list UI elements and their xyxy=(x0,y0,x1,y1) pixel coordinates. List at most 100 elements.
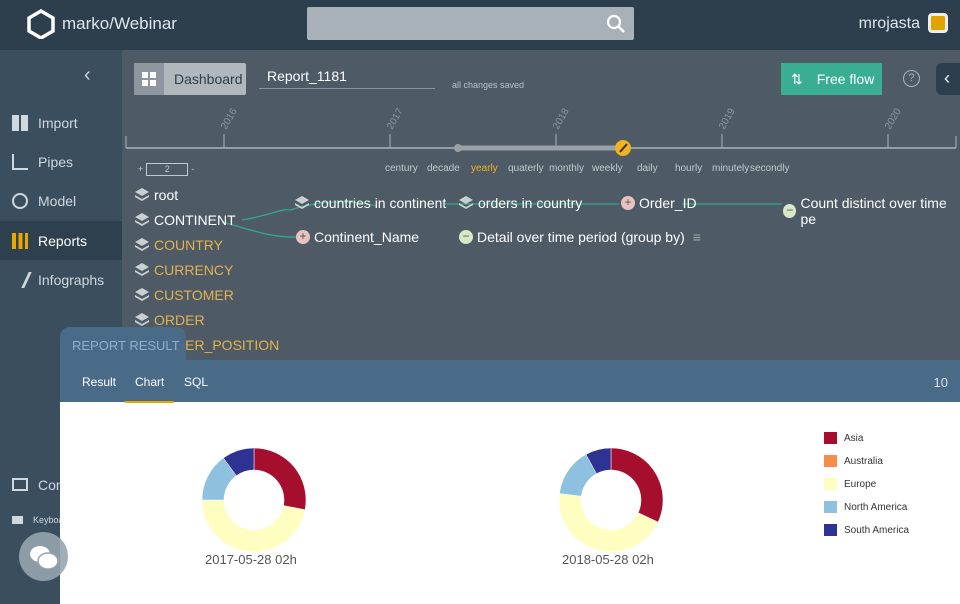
tree-entity[interactable]: root xyxy=(134,187,178,203)
sidebar-item-model[interactable]: Model xyxy=(0,181,122,220)
year-label: 2017 xyxy=(385,106,406,131)
granularity-monthly[interactable]: monthly xyxy=(549,163,584,174)
tab-result[interactable]: Result xyxy=(82,375,116,389)
donut-slice-asia[interactable] xyxy=(253,447,307,511)
monitor-icon xyxy=(12,478,28,491)
granularity-quaterly[interactable]: quaterly xyxy=(508,163,544,174)
keyboard-icon xyxy=(12,515,23,524)
cube-icon xyxy=(135,288,149,301)
crop-icon xyxy=(12,153,28,170)
tree-entity[interactable]: ORDER xyxy=(134,312,205,328)
cube-icon xyxy=(135,213,149,226)
chat-button[interactable] xyxy=(19,532,68,581)
level-minus[interactable]: - xyxy=(191,164,194,174)
tree-entity[interactable]: COUNTRY xyxy=(134,237,223,253)
entity-label: ORDER xyxy=(154,312,205,328)
legend-label: Asia xyxy=(844,432,864,444)
tree-entity[interactable]: CONTINENT xyxy=(134,212,236,228)
year-label: 2016 xyxy=(219,106,240,131)
sidebar-item-reports[interactable]: Reports xyxy=(0,221,122,260)
legend-item[interactable]: South America xyxy=(824,524,909,536)
granularity-century[interactable]: century xyxy=(385,163,418,174)
sidebar-item-pipes[interactable]: Pipes xyxy=(0,142,122,181)
plus-icon[interactable]: + xyxy=(621,196,635,210)
legend-swatch xyxy=(824,478,837,490)
sidebar-item-label: Model xyxy=(38,192,77,209)
cube-icon xyxy=(135,238,149,251)
tab-sql[interactable]: SQL xyxy=(184,375,208,389)
top-bar: marko/Webinar mrojasta xyxy=(0,0,960,50)
search-icon[interactable] xyxy=(606,14,626,34)
node-label: orders in country xyxy=(478,195,583,211)
tree-node[interactable]: orders in country xyxy=(458,195,582,211)
tree-node[interactable]: − Count distinct over time pe xyxy=(783,195,960,227)
year-label: 2019 xyxy=(717,106,738,131)
search-input[interactable] xyxy=(307,7,634,40)
donut-slice-europe[interactable] xyxy=(201,499,306,553)
minus-icon[interactable]: − xyxy=(459,230,473,244)
node-label: countries in continent xyxy=(314,195,447,211)
tree-node[interactable]: + Continent_Name xyxy=(296,229,419,245)
filter-icon[interactable]: ≡ xyxy=(693,229,701,245)
level-stepper[interactable]: +2- xyxy=(138,163,194,176)
tree-entity[interactable]: CUSTOMER xyxy=(134,287,234,303)
node-label: Detail over time period (group by) xyxy=(477,229,685,245)
legend-label: Europe xyxy=(844,478,877,490)
cube-icon xyxy=(459,196,473,209)
donut-label: 2018-05-28 02h xyxy=(562,552,654,567)
sidebar-item-infographs[interactable]: Infographs xyxy=(0,260,122,299)
tree-node[interactable]: − Detail over time period (group by) ≡ xyxy=(459,229,701,245)
tree-node[interactable]: countries in continent xyxy=(294,195,446,211)
level-value[interactable]: 2 xyxy=(146,163,189,176)
legend-swatch xyxy=(824,432,837,444)
report-designer: Dashboard Report_1181 all changes saved … xyxy=(122,50,960,360)
legend-item[interactable]: Europe xyxy=(824,478,876,490)
entity-label: root xyxy=(154,187,179,203)
entity-label: CURRENCY xyxy=(154,262,234,278)
username[interactable]: mrojasta xyxy=(859,15,920,33)
tab-chart[interactable]: Chart xyxy=(125,375,175,403)
tree-entity[interactable]: CURRENCY xyxy=(134,262,233,278)
user-avatar-icon[interactable] xyxy=(928,13,948,33)
chevron-left-icon[interactable]: ‹ xyxy=(84,64,91,87)
logo-icon[interactable] xyxy=(26,9,56,39)
sidebar-item-label: Pipes xyxy=(38,153,74,170)
sidebar-item-label: Reports xyxy=(38,232,88,249)
level-plus[interactable]: + xyxy=(138,164,143,174)
entity-label: CUSTOMER xyxy=(154,287,234,303)
legend-item[interactable]: North America xyxy=(824,501,907,513)
granularity-weekly[interactable]: weekly xyxy=(592,163,623,174)
range-start-handle[interactable] xyxy=(454,144,462,152)
entity-label: CONTINENT xyxy=(154,212,236,228)
sidebar-item-label: Infographs xyxy=(38,271,105,288)
granularity-secondly[interactable]: secondly xyxy=(750,163,789,174)
donut-slice-asia[interactable] xyxy=(610,447,664,523)
granularity-hourly[interactable]: hourly xyxy=(675,163,702,174)
globe-icon xyxy=(12,192,28,209)
year-label: 2018 xyxy=(551,106,572,131)
chat-icon xyxy=(30,546,59,570)
sidebar-item-label: Keyboa xyxy=(33,514,64,525)
legend-swatch xyxy=(824,501,837,513)
donut-label: 2017-05-28 02h xyxy=(205,552,297,567)
grid-icon xyxy=(12,114,28,131)
granularity-daily[interactable]: daily xyxy=(637,163,658,174)
tree-node[interactable]: + Order_ID xyxy=(621,195,697,211)
legend-swatch xyxy=(824,524,837,536)
legend-label: Australia xyxy=(844,455,883,467)
bar-chart-icon xyxy=(12,232,28,249)
plus-icon[interactable]: + xyxy=(296,230,310,244)
granularity-minutely[interactable]: minutely xyxy=(712,163,749,174)
feather-icon xyxy=(8,271,32,288)
cube-icon xyxy=(135,263,149,276)
granularity-yearly[interactable]: yearly xyxy=(471,163,498,174)
app-title[interactable]: marko/Webinar xyxy=(62,14,177,34)
legend-item[interactable]: Australia xyxy=(824,455,883,467)
granularity-decade[interactable]: decade xyxy=(427,163,460,174)
minus-icon[interactable]: − xyxy=(783,204,797,218)
node-label: Count distinct over time pe xyxy=(800,195,947,227)
result-count: 10 xyxy=(933,375,948,390)
sidebar-item-import[interactable]: Import xyxy=(0,103,122,142)
legend-item[interactable]: Asia xyxy=(824,432,863,444)
cube-icon xyxy=(295,196,309,209)
